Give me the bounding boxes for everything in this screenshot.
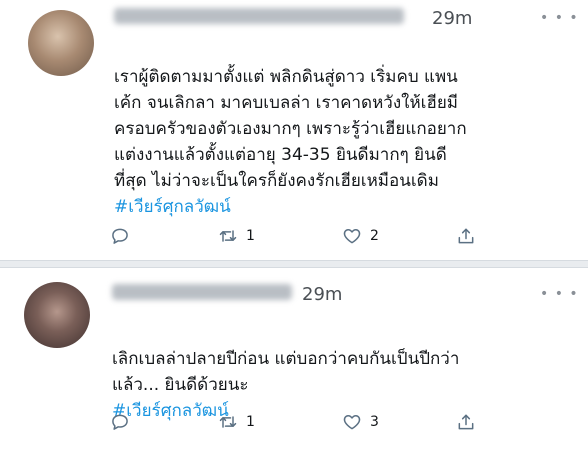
reply-icon: [112, 414, 128, 430]
timestamp[interactable]: 29m: [302, 284, 342, 305]
hashtag-link[interactable]: #เวียร์ศุกลวัฒน์: [114, 194, 580, 220]
retweet-icon: [219, 416, 237, 428]
share-button[interactable]: [456, 224, 476, 248]
avatar[interactable]: [28, 10, 94, 76]
share-icon: [458, 414, 474, 430]
like-count: 3: [370, 414, 379, 430]
blurred-username[interactable]: [114, 8, 404, 24]
blurred-username[interactable]: [112, 284, 292, 300]
like-button[interactable]: 2: [342, 224, 379, 248]
tweet-separator: [0, 260, 588, 268]
heart-icon: [343, 415, 361, 430]
heart-icon: [343, 229, 361, 244]
reply-icon: [112, 228, 128, 244]
timestamp[interactable]: 29m: [432, 8, 472, 29]
more-options-icon[interactable]: • • •: [540, 286, 579, 302]
retweet-icon: [219, 230, 237, 242]
retweet-count: 1: [246, 414, 255, 430]
more-options-icon[interactable]: • • •: [540, 10, 579, 26]
share-button[interactable]: [456, 410, 476, 434]
like-count: 2: [370, 228, 379, 244]
tweet[interactable]: 29m • • • เลิกเบลล่าปลายปีก่อน แต่บอกว่า…: [0, 268, 588, 458]
tweet-text: เลิกเบลล่าปลายปีก่อน แต่บอกว่าคบกันเป็นป…: [112, 349, 460, 395]
retweet-button[interactable]: 1: [218, 224, 255, 248]
tweet[interactable]: 29m • • • เราผู้ติดตามมาตั้งแต่ พลิกดินส…: [0, 0, 588, 260]
share-icon: [458, 228, 474, 244]
tweet-body: เราผู้ติดตามมาตั้งแต่ พลิกดินสู่ดาว เริ่…: [114, 38, 580, 246]
retweet-count: 1: [246, 228, 255, 244]
like-button[interactable]: 3: [342, 410, 379, 434]
reply-button[interactable]: [110, 224, 130, 248]
reply-button[interactable]: [110, 410, 130, 434]
avatar[interactable]: [24, 282, 90, 348]
tweet-text: เราผู้ติดตามมาตั้งแต่ พลิกดินสู่ดาว เริ่…: [114, 67, 467, 191]
retweet-button[interactable]: 1: [218, 410, 255, 434]
